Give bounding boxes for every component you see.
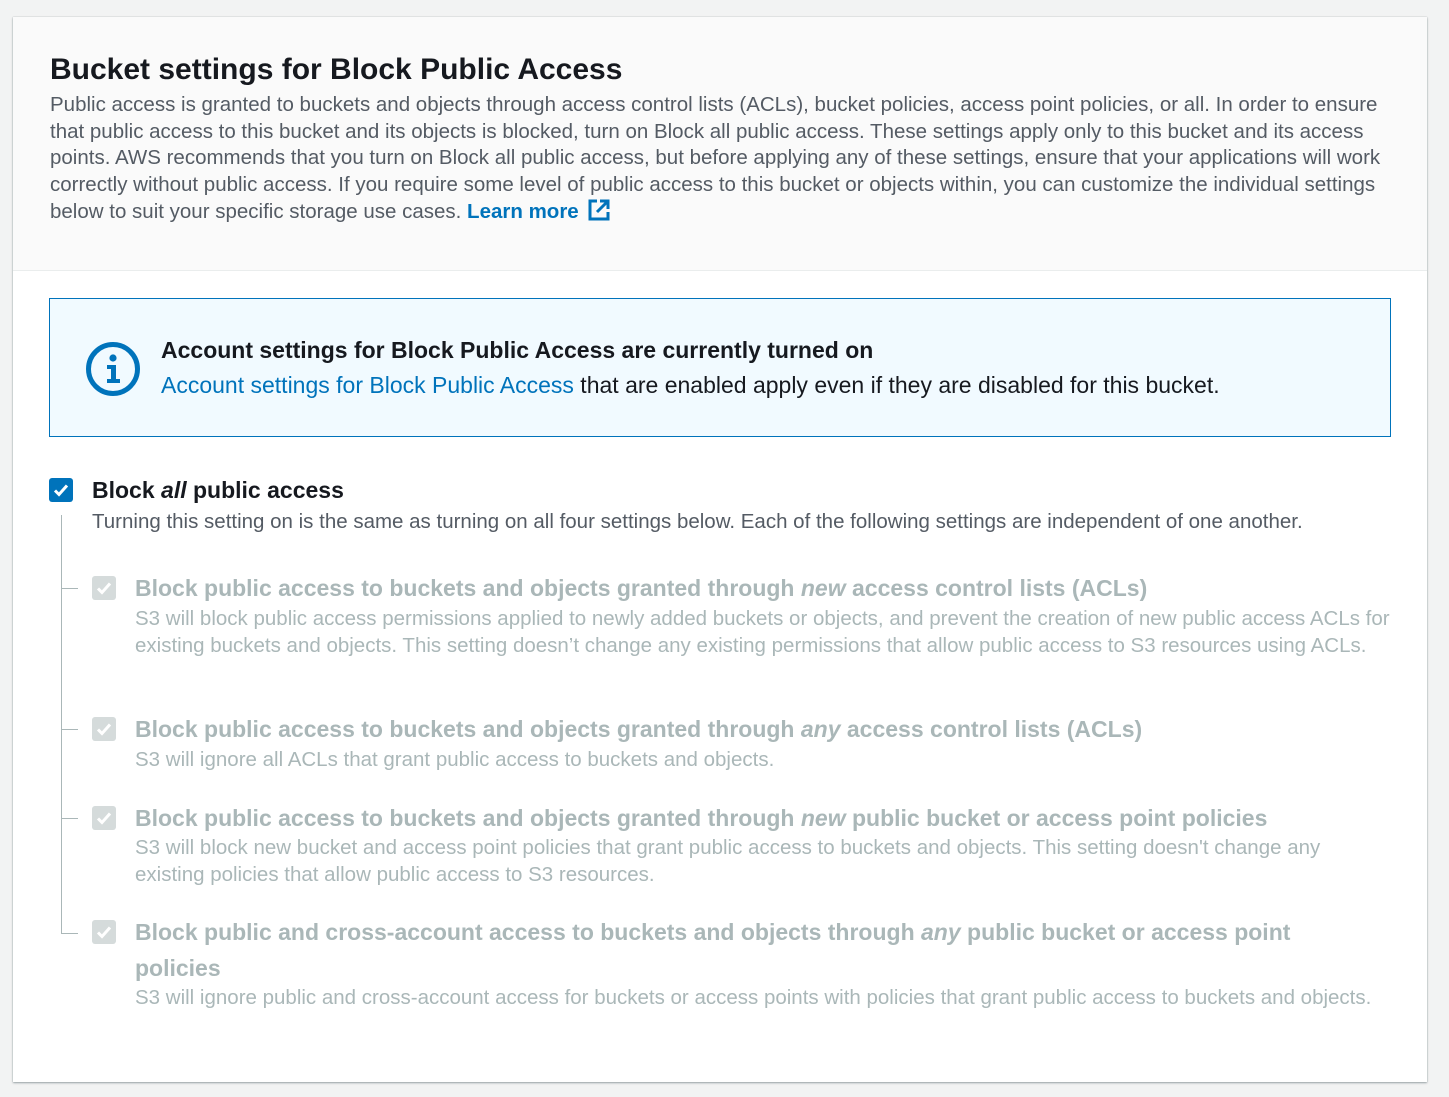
setting-label-prefix: Block public access to buckets and objec… [135, 805, 801, 831]
alert-body-text: that are enabled apply even if they are … [573, 372, 1220, 398]
block-all-checkbox[interactable] [49, 478, 73, 502]
checkmark-icon [96, 723, 112, 736]
setting-new-policies-checkbox[interactable] [92, 806, 116, 830]
setting-any-acls-checkbox[interactable] [92, 717, 116, 741]
tree-branch [61, 588, 78, 589]
alert-body: Account settings for Block Public Access… [161, 370, 1220, 400]
info-icon [85, 341, 141, 402]
checkmark-icon [53, 484, 69, 497]
setting-label-emphasis: any [921, 919, 961, 945]
checkmark-icon [96, 926, 112, 939]
learn-more-label: Learn more [467, 200, 579, 223]
panel-description-text: Public access is granted to buckets and … [50, 93, 1381, 223]
panel-description: Public access is granted to buckets and … [50, 92, 1395, 230]
panel-title: Bucket settings for Block Public Access [50, 53, 623, 86]
alert-title: Account settings for Block Public Access… [161, 337, 874, 363]
tree-branch [61, 729, 78, 730]
setting-new-acls-description: S3 will block public access permissions … [135, 607, 1390, 657]
panel-header: Bucket settings for Block Public Access … [13, 17, 1427, 271]
block-all-label-prefix: Block [92, 477, 162, 503]
setting-any-policies-label: Block public and cross-account access to… [135, 914, 1375, 986]
account-settings-link[interactable]: Account settings for Block Public Access [161, 372, 574, 398]
setting-label-prefix: Block public access to buckets and objec… [135, 575, 801, 601]
setting-label-suffix: access control lists (ACLs) [845, 575, 1148, 601]
setting-label-suffix: public bucket or access point policies [845, 805, 1268, 831]
block-all-label-emphasis: all [161, 477, 187, 503]
learn-more-link[interactable]: Learn more [467, 199, 611, 223]
setting-label-emphasis: new [800, 575, 846, 601]
setting-new-acls-label: Block public access to buckets and objec… [135, 570, 1375, 606]
setting-label-prefix: Block public access to buckets and objec… [135, 716, 801, 742]
setting-any-acls-description: S3 will ignore all ACLs that grant publi… [135, 748, 775, 771]
setting-label-suffix: access control lists (ACLs) [840, 716, 1143, 742]
tree-branch [61, 933, 78, 934]
external-link-icon [587, 198, 611, 230]
block-all-label-suffix: public access [186, 477, 344, 503]
tree-connector-line [61, 515, 62, 934]
checkmark-icon [96, 582, 112, 595]
setting-label-emphasis: any [800, 716, 841, 742]
block-public-access-panel: Bucket settings for Block Public Access … [13, 17, 1427, 1082]
block-all-description: Turning this setting on is the same as t… [92, 510, 1303, 533]
setting-new-acls-checkbox[interactable] [92, 576, 116, 600]
block-all-label[interactable]: Block all public access [92, 475, 344, 505]
setting-any-policies-description: S3 will ignore public and cross-account … [135, 986, 1372, 1009]
info-alert: Account settings for Block Public Access… [49, 298, 1391, 437]
setting-label-prefix: Block public and cross-account access to… [135, 919, 922, 945]
setting-new-policies-description: S3 will block new bucket and access poin… [135, 836, 1321, 886]
setting-label-emphasis: new [800, 805, 846, 831]
tree-branch [61, 818, 78, 819]
setting-new-policies-label: Block public access to buckets and objec… [135, 800, 1375, 836]
checkmark-icon [96, 812, 112, 825]
setting-any-policies-checkbox[interactable] [92, 920, 116, 944]
setting-any-acls-label: Block public access to buckets and objec… [135, 711, 1375, 747]
